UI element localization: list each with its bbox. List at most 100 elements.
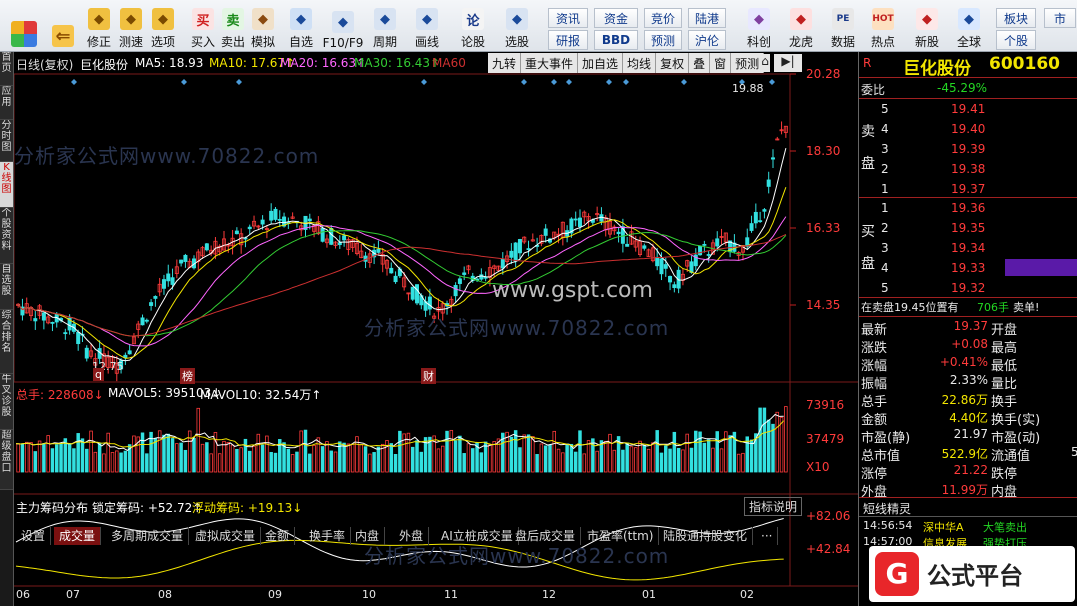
candle-body [702,243,707,246]
candle-body [453,285,458,297]
wizard-title[interactable]: 短线精灵 [863,500,911,517]
toolbar-link-0[interactable]: 资讯 [548,8,588,28]
event-diamond-icon[interactable] [551,79,557,85]
dragon-tiger-icon: ◆ [790,8,812,30]
left-tab-3[interactable]: K线图 [0,162,13,208]
vol-tick: 73916 [806,398,845,412]
candle-body [659,258,664,275]
toolbar-button-11[interactable]: ◆ 选股 [500,4,534,50]
toolbar-link-5[interactable]: 预测 [644,30,682,50]
left-tab-7[interactable]: 牛叉诊股 [0,374,13,430]
toolbar-button-2[interactable]: ◆ 选项 [146,4,180,50]
left-tab-6[interactable]: 综合排名 [0,310,13,374]
volume-bar [372,452,376,473]
kline-chart-area[interactable]: 日线(复权) 巨化股份 MA5: 18.93 MA10: 17.67↑ MA20… [14,52,858,606]
indicator-tab-2[interactable]: 多周期成交量 [106,527,190,545]
toolbar-button-0[interactable]: ◆ 修正 [82,4,116,50]
left-tab-1[interactable]: 应用 [0,86,13,120]
grid-logo-icon [11,21,37,47]
toolbar-button-16[interactable]: ◆ 新股 [910,4,944,50]
pin-arrow-icon[interactable]: ▶| [774,54,802,72]
chart-menu-item-6[interactable]: 窗 [710,53,732,73]
chart-menu-item-3[interactable]: 均线 [623,53,657,73]
chart-menu-item-0[interactable]: 九转 [488,53,522,73]
indicator-tab-10[interactable]: 市盈率(ttm) [582,527,660,545]
lock-icon[interactable]: ⌂ [760,54,770,72]
toolbar-button-1[interactable]: ◆ 测速 [114,4,148,50]
event-diamond-icon[interactable] [521,79,527,85]
chart-menu-item-1[interactable]: 重大事件 [521,53,579,73]
candle-body [762,209,767,212]
toolbar-link-6[interactable]: 陆港 [688,8,726,28]
toolbar-link-1[interactable]: 研报 [548,30,588,50]
indicator-tab-9[interactable]: 盘后成交量 [510,527,582,545]
toolbar-link-7[interactable]: 沪伦 [688,30,726,50]
toolbar-button-4[interactable]: 卖卖出 [216,4,250,50]
indicator-help-button[interactable]: 指标说明 [744,497,803,516]
event-diamond-icon[interactable] [421,79,427,85]
chart-menu-item-2[interactable]: 加自选 [578,53,624,73]
candle-body [393,275,398,283]
event-diamond-icon[interactable] [769,79,775,85]
toolbar-button-8[interactable]: ◆ 周期 [368,4,402,50]
toolbar-button-10[interactable]: 论论股 [456,4,490,50]
indicator-tab-8[interactable]: AI立桩成交量 [436,527,519,545]
toolbar-link-3[interactable]: BBD [594,30,638,50]
toolbar-button-9[interactable]: ◆ 画线 [410,4,444,50]
home-grid-button[interactable] [4,4,44,50]
toolbar-button-13[interactable]: ◆ 龙虎 [784,4,818,50]
event-marker-q[interactable]: q [93,368,104,381]
toolbar-link-9[interactable]: 个股 [996,30,1036,50]
toolbar-button-6[interactable]: ◆ 自选 [284,4,318,50]
toolbar-button-12[interactable]: ◆ 科创 [742,4,776,50]
event-diamond-icon[interactable] [566,79,572,85]
chart-menu-item-4[interactable]: 复权 [656,53,690,73]
event-diamond-icon[interactable] [681,79,687,85]
buy-row[interactable]: 5 19.32 [859,280,1077,298]
volume-bar [689,447,694,473]
volume-bar [89,430,93,473]
event-diamond-icon[interactable] [181,79,187,85]
left-tab-4[interactable]: 个股资料 [0,208,13,264]
toolbar-button-5[interactable]: ◆ 模拟 [246,4,280,50]
left-tab-0[interactable]: 首页 [0,52,13,86]
toolbar-button-3[interactable]: 买买入 [186,4,220,50]
toolbar-button-15[interactable]: HOT 热点 [866,4,900,50]
toolbar-link-8[interactable]: 板块 [996,8,1036,28]
indicator-tab-4[interactable]: 金额 [260,527,296,545]
left-tab-8[interactable]: 超级盘口 [0,430,13,490]
candle-body [389,267,394,274]
weibi-label: 委比 [861,83,886,97]
toolbar-button-17[interactable]: ◆ 全球 [952,4,986,50]
indicator-tab-0[interactable]: 设置 [16,527,52,545]
chart-menu: 九转 重大事件 加自选 均线 复权叠窗预测 [488,53,765,73]
event-diamond-icon[interactable] [71,79,77,85]
event-marker-cai[interactable]: 财 [421,368,436,384]
event-diamond-icon[interactable] [623,79,629,85]
event-diamond-icon[interactable] [606,79,612,85]
chart-menu-item-5[interactable]: 叠 [689,53,711,73]
toolbar-link-10[interactable]: 市 [1044,8,1076,28]
indicator-tab-6[interactable]: 内盘 [350,527,386,545]
indicator-tab-3[interactable]: 虚拟成交量 [190,527,262,545]
period-label[interactable]: 日线(复权) [16,56,73,73]
toolbar-link-2[interactable]: 资金 [594,8,638,28]
indicator-tab-7[interactable]: 外盘 [394,527,430,545]
candle-body [33,318,38,322]
sell-row[interactable]: 5 19.41 [859,101,1077,119]
indicator-tab-11[interactable]: 陆股通持股变化 [658,527,754,545]
buy-row[interactable]: 1 19.36 [859,200,1077,218]
indicator-tab-5[interactable]: 换手率 [304,527,352,545]
left-tab-5[interactable]: 自选股 [0,264,13,310]
back-button[interactable]: ⇐ [48,4,78,50]
indicator-tab-12[interactable]: ··· [756,527,779,545]
event-marker-bang[interactable]: 榜 [180,368,195,384]
volume-bar [509,436,514,473]
toolbar-link-4[interactable]: 竞价 [644,8,682,28]
left-tab-2[interactable]: 分时图 [0,120,13,162]
indicator-tab-1[interactable]: 成交量 [54,527,102,545]
candle-body [76,331,81,345]
toolbar-button-7[interactable]: ◆ F10/F9 [323,4,363,50]
toolbar-button-14[interactable]: PE 数据 [826,4,860,50]
event-diamond-icon[interactable] [236,79,242,85]
